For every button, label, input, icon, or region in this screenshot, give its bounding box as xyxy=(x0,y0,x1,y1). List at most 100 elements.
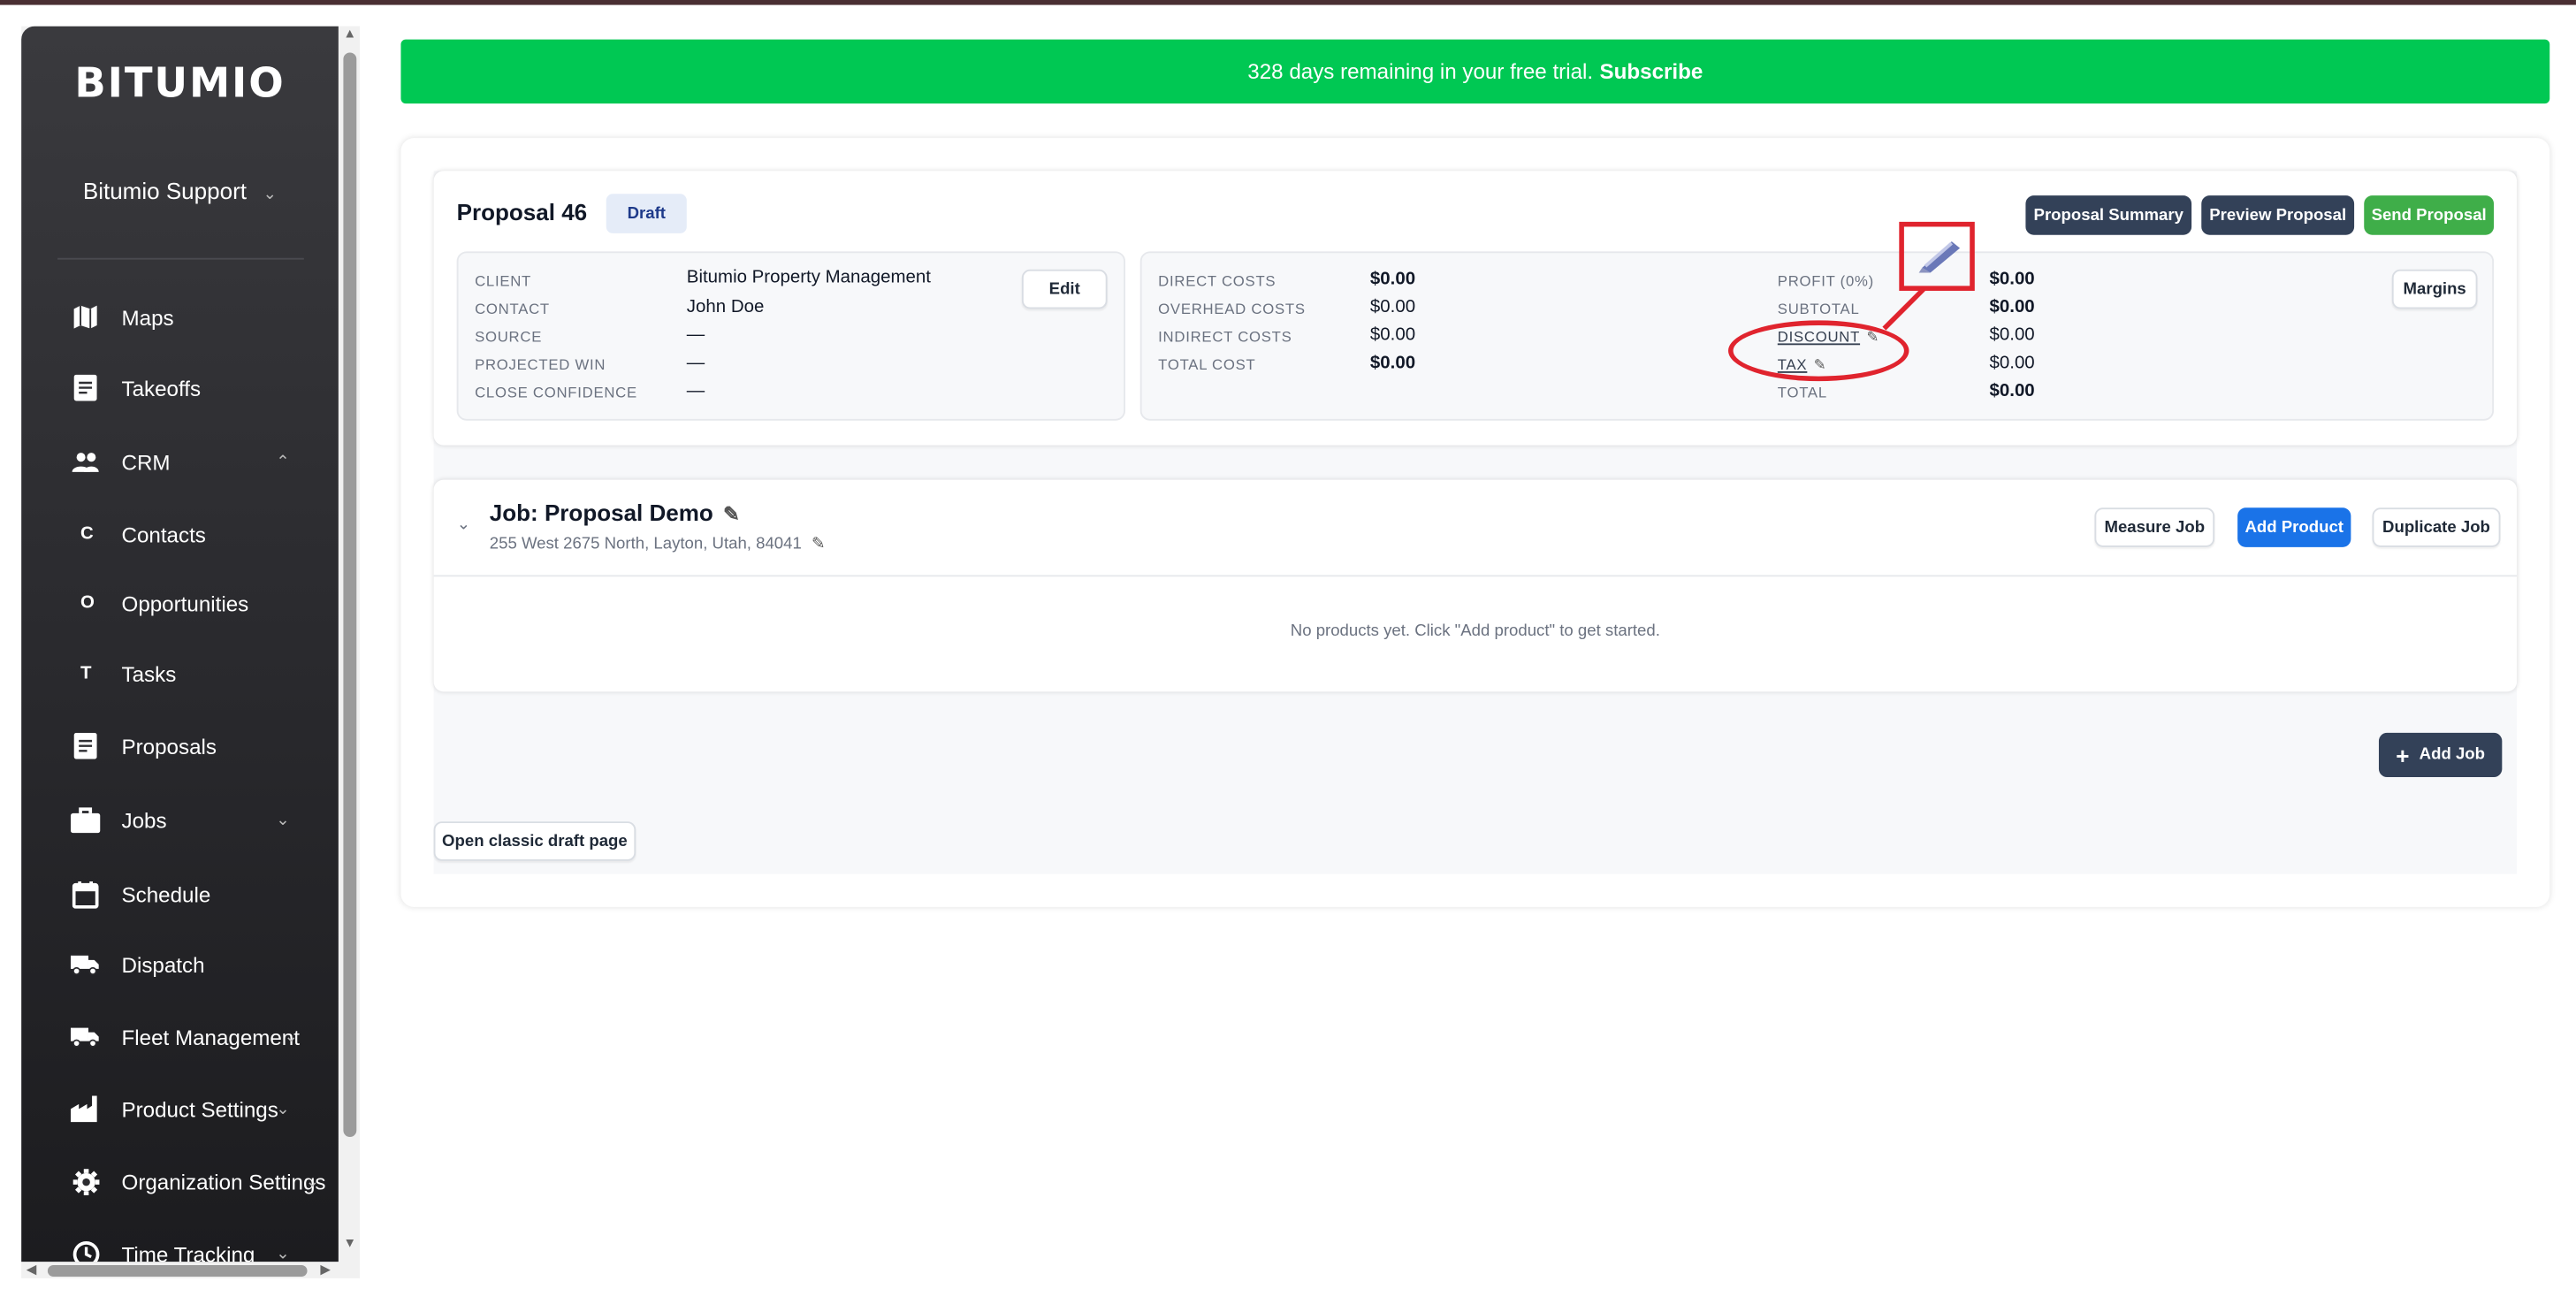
sidebar-vertical-scrollbar[interactable]: ▲ ▼ xyxy=(339,26,360,1262)
status-badge: Draft xyxy=(606,194,687,233)
sidebar-item-label: Takeoffs xyxy=(121,375,202,400)
chevron-down-icon: ⌄ xyxy=(276,1244,290,1262)
chevron-down-icon[interactable]: ⌄ xyxy=(457,516,471,534)
briefcase-icon xyxy=(70,805,101,835)
measure-job-button[interactable]: Measure Job xyxy=(2094,507,2215,547)
sidebar-item-product-settings[interactable]: Product Settings ⌄ xyxy=(21,1087,339,1130)
chevron-down-icon: ⌄ xyxy=(284,1027,299,1046)
scroll-up-arrow-icon[interactable]: ▲ xyxy=(343,27,356,42)
total-value: $0.00 xyxy=(1989,381,2035,401)
sidebar-item-label: Dispatch xyxy=(121,951,205,977)
sidebar: BITUMIO Bitumio Support ⌄ Maps Takeoffs C… xyxy=(21,26,339,1262)
sidebar-item-label: Tasks xyxy=(121,661,177,686)
scroll-down-arrow-icon[interactable]: ▼ xyxy=(343,1236,356,1251)
calendar-icon xyxy=(71,879,100,908)
job-address-text: 255 West 2675 North, Layton, Utah, 84041 xyxy=(489,535,802,554)
client-label: CLIENT xyxy=(475,272,532,290)
sidebar-item-label: Product Settings xyxy=(121,1096,278,1122)
truck-icon xyxy=(70,1022,100,1051)
close-confidence-value: — xyxy=(686,381,705,401)
job-address: 255 West 2675 North, Layton, Utah, 84041… xyxy=(490,536,826,553)
scroll-left-arrow-icon[interactable]: ◀ xyxy=(27,1262,36,1277)
projected-win-value: — xyxy=(686,353,705,373)
pencil-icon[interactable]: ✎ xyxy=(812,536,826,553)
gear-icon xyxy=(71,1166,100,1195)
sidebar-item-crm[interactable]: CRM ⌃ xyxy=(21,440,339,483)
top-border xyxy=(0,0,2576,5)
plus-icon: + xyxy=(2396,742,2410,768)
indirect-costs-value: $0.00 xyxy=(1369,324,1416,346)
sidebar-item-proposals[interactable]: Proposals xyxy=(21,725,339,767)
add-job-label: Add Job xyxy=(2419,745,2486,765)
direct-costs-value: $0.00 xyxy=(1369,269,1416,290)
source-value: — xyxy=(686,324,705,346)
scrollbar-thumb[interactable] xyxy=(47,1264,308,1277)
profit-label: PROFIT (0%) xyxy=(1777,272,1874,290)
total-cost-label: TOTAL COST xyxy=(1158,356,1256,373)
job-title-text: Job: Proposal Demo xyxy=(489,499,713,526)
sidebar-item-schedule[interactable]: Schedule xyxy=(21,873,339,915)
document-icon xyxy=(71,731,100,760)
sidebar-item-label: Contacts xyxy=(121,522,206,546)
subscribe-link[interactable]: Subscribe xyxy=(1600,59,1703,84)
sidebar-horizontal-scrollbar[interactable]: ◀ ▶ xyxy=(21,1262,360,1278)
sidebar-item-label: Time Tracking xyxy=(121,1241,255,1262)
sidebar-item-label: CRM xyxy=(121,449,171,475)
add-job-button[interactable]: + Add Job xyxy=(2378,732,2503,778)
discount-value: $0.00 xyxy=(1989,324,2035,346)
trial-banner: 328 days remaining in your free trial. S… xyxy=(400,39,2550,104)
overhead-costs-label: OVERHEAD COSTS xyxy=(1158,301,1306,317)
duplicate-job-button[interactable]: Duplicate Job xyxy=(2372,507,2501,547)
add-product-button[interactable]: Add Product xyxy=(2237,507,2351,547)
sidebar-item-dispatch[interactable]: Dispatch xyxy=(21,943,339,986)
subtotal-value: $0.00 xyxy=(1989,297,2035,317)
direct-costs-label: DIRECT COSTS xyxy=(1158,272,1277,290)
margins-button[interactable]: Margins xyxy=(2391,269,2478,309)
projected-win-label: PROJECTED WIN xyxy=(475,356,606,373)
people-icon xyxy=(71,446,100,476)
sidebar-item-time-tracking[interactable]: Time Tracking ⌄ xyxy=(21,1232,339,1262)
preview-proposal-button[interactable]: Preview Proposal xyxy=(2201,195,2355,235)
clock-icon xyxy=(71,1239,100,1262)
chevron-up-icon: ⌃ xyxy=(276,452,290,471)
subtotal-label: SUBTOTAL xyxy=(1777,301,1860,317)
user-name: Bitumio Support xyxy=(82,177,247,204)
sidebar-item-opportunities[interactable]: O Opportunities xyxy=(21,582,339,624)
contact-value: John Doe xyxy=(686,297,765,317)
job-divider xyxy=(433,575,2518,577)
scrollbar-thumb[interactable] xyxy=(343,52,357,1138)
tasks-letter-icon: T xyxy=(80,663,92,684)
pencil-icon[interactable]: ✎ xyxy=(723,503,740,526)
close-confidence-label: CLOSE CONFIDENCE xyxy=(475,384,637,401)
annotation-circle xyxy=(1728,320,1909,382)
client-value: Bitumio Property Management xyxy=(686,267,931,288)
send-proposal-button[interactable]: Send Proposal xyxy=(2364,195,2495,235)
scroll-right-arrow-icon[interactable]: ▶ xyxy=(320,1262,330,1277)
indirect-costs-label: INDIRECT COSTS xyxy=(1158,328,1292,346)
chevron-down-icon: ⌄ xyxy=(276,1100,290,1118)
sidebar-item-fleet-management[interactable]: Fleet Management ⌄ xyxy=(21,1015,339,1057)
proposal-summary-button[interactable]: Proposal Summary xyxy=(2025,195,2192,235)
sidebar-item-maps[interactable]: Maps xyxy=(21,296,339,339)
sidebar-item-takeoffs[interactable]: Takeoffs xyxy=(21,366,339,408)
sidebar-item-contacts[interactable]: C Contacts xyxy=(21,513,339,555)
overhead-costs-value: $0.00 xyxy=(1369,297,1416,317)
user-menu[interactable]: Bitumio Support ⌄ xyxy=(21,178,339,204)
pencil-zoomed-icon xyxy=(1918,241,1961,273)
edit-client-button[interactable]: Edit xyxy=(1021,269,1108,309)
total-label: TOTAL xyxy=(1777,384,1827,401)
sidebar-item-label: Proposals xyxy=(121,733,217,759)
tax-value: $0.00 xyxy=(1989,353,2035,373)
proposal-title: Proposal 46 xyxy=(456,198,588,225)
sidebar-item-label: Organization Settings xyxy=(121,1169,326,1194)
sidebar-item-label: Schedule xyxy=(121,881,211,906)
open-classic-draft-button[interactable]: Open classic draft page xyxy=(433,821,636,861)
contacts-letter-icon: C xyxy=(80,523,94,545)
profit-value: $0.00 xyxy=(1989,269,2035,290)
sidebar-item-jobs[interactable]: Jobs ⌄ xyxy=(21,798,339,841)
sidebar-item-organization-settings[interactable]: Organization Settings ⌄ xyxy=(21,1160,339,1202)
sidebar-item-tasks[interactable]: T Tasks xyxy=(21,652,339,695)
opportunities-letter-icon: O xyxy=(80,592,95,614)
sidebar-divider xyxy=(57,257,304,260)
sidebar-item-label: Opportunities xyxy=(121,591,249,615)
